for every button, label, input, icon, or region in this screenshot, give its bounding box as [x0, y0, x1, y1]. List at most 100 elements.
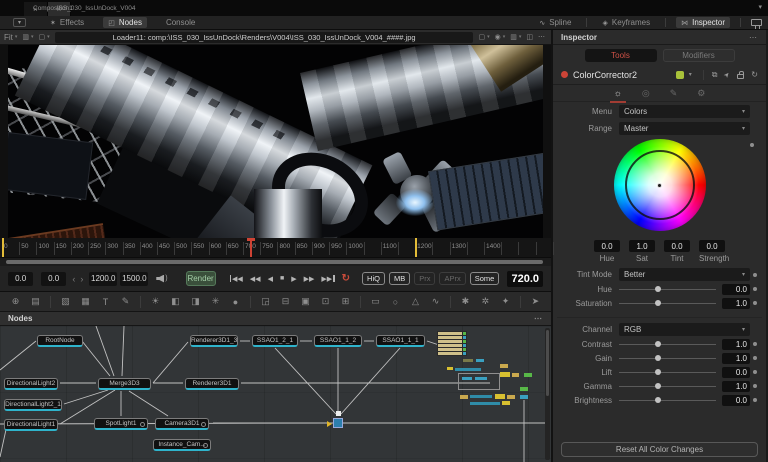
colorcurves-tool-icon[interactable]: ◧: [170, 296, 181, 307]
window-menu-icon[interactable]: ▾: [758, 3, 762, 11]
color-wheel[interactable]: [614, 139, 706, 231]
hue-value-field[interactable]: 0.0: [594, 240, 620, 252]
bspline-mask-icon[interactable]: ∿: [430, 296, 441, 307]
brightness-value-field[interactable]: 0.0: [722, 395, 750, 406]
keyframe-dot[interactable]: [750, 370, 760, 374]
channel-dropdown[interactable]: RGB▾: [619, 323, 750, 336]
brightcontrast-tool-icon[interactable]: ✳: [210, 296, 221, 307]
ellipse-mask-icon[interactable]: ○: [390, 297, 401, 307]
timeline-ruler[interactable]: 0501001502002503003504004505005506006507…: [0, 238, 551, 258]
huecurves-tool-icon[interactable]: ◨: [190, 296, 201, 307]
node-DirectionalLight2_1[interactable]: DirectionalLight2_1: [4, 399, 62, 411]
chevron-down-icon[interactable]: ▾: [689, 71, 692, 78]
play-reverse-button[interactable]: ◀: [268, 275, 273, 283]
play-button[interactable]: ▶: [291, 275, 296, 283]
loader-tool-icon[interactable]: ⊕: [10, 296, 21, 307]
router-output-port[interactable]: [336, 411, 341, 416]
keyframe-dot[interactable]: [750, 301, 760, 305]
nodes-panel-menu-icon[interactable]: ⋯: [534, 314, 543, 323]
node-SSAO1_2_1[interactable]: SSAO1_2_1: [252, 335, 298, 347]
channelbool-tool-icon[interactable]: ⊡: [320, 296, 331, 307]
range-dropdown[interactable]: Master▾: [619, 122, 750, 135]
toolbar-item-console[interactable]: Console: [161, 17, 200, 28]
text-tool-icon[interactable]: T: [100, 297, 111, 307]
node-graph[interactable]: RootNodeDirectionalLight2DirectionalLigh…: [0, 326, 551, 462]
slider-thumb[interactable]: [655, 355, 661, 361]
hue-value-field[interactable]: 0.0: [722, 284, 750, 295]
jump-end-button[interactable]: ▶▶: [321, 275, 334, 283]
node-DirectionalLight2[interactable]: DirectionalLight2: [4, 378, 58, 390]
jump-start-button[interactable]: ◀◀: [230, 275, 243, 283]
brightness-slider[interactable]: [619, 395, 716, 405]
keyframe-dot[interactable]: [750, 398, 760, 402]
toolbar-item-inspector[interactable]: ⋈Inspector: [676, 17, 730, 28]
fastnoise-tool-icon[interactable]: ▦: [80, 296, 91, 307]
global-start-field[interactable]: 0.0: [8, 272, 33, 286]
prender-tool-icon[interactable]: ✦: [500, 296, 511, 307]
menu-dropdown[interactable]: Colors▾: [619, 105, 750, 118]
dissolve-tool-icon[interactable]: ⊟: [280, 296, 291, 307]
current-frame-field[interactable]: 720.0: [507, 271, 543, 287]
render-start-field[interactable]: 0.0: [41, 272, 66, 286]
color-wheel-cursor[interactable]: [657, 183, 662, 188]
polygon-mask-icon[interactable]: △: [410, 296, 421, 307]
slider-thumb[interactable]: [655, 397, 661, 403]
node-Camera3D1[interactable]: Camera3D1: [155, 418, 209, 430]
global-end-field[interactable]: 1500.0: [120, 272, 148, 286]
toolbar-item-keyframes[interactable]: ◈Keyframes: [597, 17, 655, 28]
saturation-slider[interactable]: [619, 298, 716, 308]
viewer-option-dropdown[interactable]: ▢▾: [39, 33, 50, 41]
pemitter-tool-icon[interactable]: ✲: [480, 296, 491, 307]
paint-tool-icon[interactable]: ✎: [120, 296, 131, 307]
saver-tool-icon[interactable]: ▤: [30, 296, 41, 307]
channel-select[interactable]: ◉▾: [495, 33, 506, 41]
gamma-value-field[interactable]: 1.0: [722, 381, 750, 392]
gain-value-field[interactable]: 1.0: [722, 353, 750, 364]
lock-icon[interactable]: [737, 74, 744, 79]
toolbar-item-spline[interactable]: ∿Spline: [534, 17, 576, 28]
mattecontrol-tool-icon[interactable]: ▣: [300, 296, 311, 307]
playhead-cap[interactable]: [247, 238, 255, 241]
fast-forward-button[interactable]: ▶▶: [304, 275, 315, 283]
transform-tool-icon[interactable]: ⊞: [340, 296, 351, 307]
copy-settings-icon[interactable]: ⧉: [712, 70, 718, 80]
toolbar-item-nodes[interactable]: ◰Nodes: [103, 17, 147, 28]
tint-value-field[interactable]: 0.0: [664, 240, 690, 252]
slider-thumb[interactable]: [655, 369, 661, 375]
mode-mb-button[interactable]: MB: [389, 272, 410, 285]
lift-value-field[interactable]: 0.0: [722, 367, 750, 378]
timeline-scrollbar[interactable]: [0, 258, 551, 266]
loop-button[interactable]: ↻: [342, 273, 350, 284]
node-Instance_Cam[interactable]: Instance_Cam...: [153, 439, 211, 451]
viewer-viewport[interactable]: [0, 45, 551, 238]
keyframe-dot[interactable]: [750, 356, 760, 360]
keyframe-dot[interactable]: [750, 342, 760, 346]
fit-dropdown[interactable]: Fit ▾: [4, 33, 17, 42]
slider-thumb[interactable]: [655, 286, 661, 292]
pipe-router-node[interactable]: [333, 418, 343, 428]
colorcorrector-tool-icon[interactable]: ☀: [150, 296, 161, 307]
node-enable-indicator[interactable]: [561, 71, 568, 78]
mode-hiq-button[interactable]: HiQ: [362, 272, 385, 285]
node-Renderer3D1[interactable]: Renderer3D1: [185, 378, 239, 390]
split-view-toggle[interactable]: ◫: [526, 33, 533, 41]
node-DirectionalLight1[interactable]: DirectionalLight1: [4, 419, 58, 431]
reset-icon[interactable]: ↻: [751, 70, 758, 79]
more-tools-icon[interactable]: ➤: [530, 296, 541, 307]
mode-aprx-button[interactable]: APrx: [439, 272, 465, 285]
tab-modifiers[interactable]: Modifiers: [663, 49, 735, 62]
node-SSAO1_1_2[interactable]: SSAO1_1_2: [314, 335, 362, 347]
sat-value-field[interactable]: 1.0: [629, 240, 655, 252]
render-button[interactable]: Render: [186, 271, 216, 286]
fast-reverse-button[interactable]: ◀◀: [250, 275, 261, 283]
mode-prx-button[interactable]: Prx: [414, 272, 435, 285]
node-tile-color-swatch[interactable]: [676, 71, 684, 79]
lift-slider[interactable]: [619, 367, 716, 377]
ranges-tab-icon[interactable]: ◎: [640, 86, 652, 101]
reset-all-color-changes-button[interactable]: Reset All Color Changes: [561, 442, 758, 457]
slider-thumb[interactable]: [655, 383, 661, 389]
viewer-lut-dropdown[interactable]: ▥▾: [22, 33, 33, 41]
nodes-vertical-scrollbar[interactable]: [545, 328, 550, 460]
keyframe-dot[interactable]: [750, 273, 760, 277]
stop-button[interactable]: ■: [280, 275, 284, 282]
